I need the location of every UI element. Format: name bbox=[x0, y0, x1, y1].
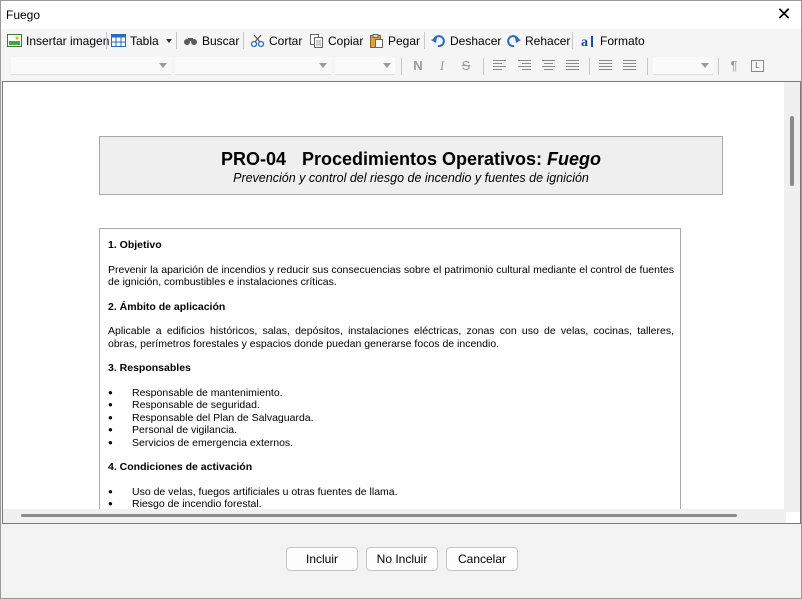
copy-button[interactable]: Copiar bbox=[309, 31, 363, 50]
document-header: PRO-04 Procedimientos Operativos: Fuego P… bbox=[99, 136, 723, 195]
copy-label: Copiar bbox=[328, 33, 364, 48]
toolbar-separator bbox=[718, 58, 719, 75]
scrollbar-thumb[interactable] bbox=[21, 514, 737, 517]
vertical-scrollbar[interactable] bbox=[784, 82, 800, 512]
chevron-down-icon[interactable] bbox=[159, 63, 167, 68]
dialog-window: Fuego ✕ Insertar imagen Tabla Buscar Cor… bbox=[0, 0, 802, 599]
bold-button[interactable]: N bbox=[408, 57, 428, 75]
toolbar-separator bbox=[401, 58, 402, 75]
toolbar-separator bbox=[243, 32, 244, 49]
toolbar-separator bbox=[106, 32, 107, 49]
undo-icon bbox=[431, 34, 447, 48]
document-body: 1. Objetivo Prevenir la aparición de inc… bbox=[99, 228, 681, 523]
toolbar-separator bbox=[647, 58, 648, 75]
list-item: Responsable de seguridad. bbox=[108, 399, 674, 412]
table-icon bbox=[111, 33, 127, 48]
find-button[interactable]: Buscar bbox=[183, 31, 239, 50]
table-label: Tabla bbox=[130, 33, 159, 48]
section-text: Aplicable a edificios históricos, salas,… bbox=[108, 325, 674, 350]
align-left-icon[interactable] bbox=[493, 60, 506, 72]
document-code: PRO-04 bbox=[220, 149, 286, 169]
copy-icon bbox=[309, 33, 325, 48]
toolbar-separator bbox=[483, 58, 484, 75]
chevron-down-icon[interactable] bbox=[383, 63, 391, 68]
activation-list: Uso de velas, fuegos artificiales u otra… bbox=[108, 486, 674, 511]
list-item: Responsable del Plan de Salvaguarda. bbox=[108, 412, 674, 425]
redo-button[interactable]: Rehacer bbox=[506, 31, 570, 50]
font-format-icon: a bbox=[581, 34, 597, 50]
cancel-button[interactable]: Cancelar bbox=[446, 547, 518, 571]
section-heading: 1. Objetivo bbox=[108, 239, 162, 251]
list-item: Personal de vigilancia. bbox=[108, 424, 674, 437]
undo-label: Deshacer bbox=[450, 33, 502, 48]
chevron-down-icon[interactable] bbox=[701, 63, 709, 68]
title-bar: Fuego ✕ bbox=[1, 1, 801, 29]
pilcrow-button[interactable]: ¶ bbox=[724, 57, 744, 75]
binoculars-icon bbox=[183, 34, 199, 48]
responsables-list: Responsable de mantenimiento. Responsabl… bbox=[108, 387, 674, 450]
scissors-icon bbox=[250, 34, 266, 48]
align-center-icon[interactable] bbox=[542, 60, 555, 72]
align-right-icon[interactable] bbox=[518, 60, 531, 72]
not-include-button[interactable]: No Incluir bbox=[366, 547, 438, 571]
editor-area[interactable]: PRO-04 Procedimientos Operativos: Fuego P… bbox=[2, 81, 801, 524]
italic-button[interactable]: I bbox=[432, 57, 452, 75]
toolbar-separator bbox=[176, 32, 177, 49]
cut-label: Cortar bbox=[269, 33, 303, 48]
main-toolbar: Insertar imagen Tabla Buscar Cortar Copi… bbox=[1, 29, 801, 52]
format-toolbar: N I S ¶ L bbox=[1, 52, 801, 80]
include-button[interactable]: Incluir bbox=[286, 547, 358, 571]
font-select[interactable] bbox=[175, 57, 331, 75]
font-size-select[interactable] bbox=[335, 57, 395, 75]
section-heading: 4. Condiciones de activación bbox=[108, 461, 253, 473]
window-title: Fuego bbox=[6, 8, 41, 22]
redo-label: Rehacer bbox=[525, 33, 571, 48]
layout-icon[interactable]: L bbox=[751, 60, 764, 72]
section-heading: 2. Ámbito de aplicación bbox=[108, 300, 226, 313]
numbered-list-icon[interactable] bbox=[623, 60, 636, 72]
chevron-down-icon[interactable] bbox=[165, 38, 172, 43]
chevron-down-icon[interactable] bbox=[319, 63, 327, 68]
scrollbar-thumb[interactable] bbox=[790, 116, 794, 186]
strikethrough-button[interactable]: S bbox=[456, 57, 476, 75]
document-subtitle: Prevención y control del riesgo de incen… bbox=[233, 171, 589, 185]
insert-image-label: Insertar imagen bbox=[26, 33, 110, 48]
paste-button[interactable]: Pegar bbox=[369, 31, 420, 50]
list-item: Servicios de emergencia externos. bbox=[108, 437, 674, 450]
insert-image-button[interactable]: Insertar imagen bbox=[7, 31, 109, 50]
list-item: Uso de velas, fuegos artificiales u otra… bbox=[108, 486, 674, 499]
table-button[interactable]: Tabla bbox=[111, 31, 172, 50]
image-icon bbox=[7, 33, 23, 48]
undo-button[interactable]: Deshacer bbox=[431, 31, 501, 50]
paste-label: Pegar bbox=[388, 33, 421, 48]
list-item: Responsable de mantenimiento. bbox=[108, 387, 674, 400]
align-justify-icon[interactable] bbox=[566, 60, 579, 72]
bullet-list-icon[interactable] bbox=[599, 60, 612, 72]
format-label: Formato bbox=[600, 33, 645, 48]
style-select[interactable] bbox=[11, 57, 171, 75]
cut-button[interactable]: Cortar bbox=[250, 31, 302, 50]
toolbar-separator bbox=[424, 32, 425, 49]
toolbar-separator bbox=[589, 58, 590, 75]
document-title-main: Procedimientos Operativos: bbox=[301, 149, 548, 169]
section-heading: 3. Responsables bbox=[108, 362, 191, 374]
color-select[interactable] bbox=[653, 57, 713, 75]
format-button[interactable]: a Formato bbox=[581, 31, 645, 50]
document-title: PRO-04 Procedimientos Operativos: Fuego bbox=[100, 149, 722, 170]
redo-icon bbox=[506, 34, 522, 48]
horizontal-scrollbar[interactable] bbox=[3, 509, 786, 523]
toolbar-separator bbox=[572, 32, 573, 49]
clipboard-icon bbox=[369, 33, 385, 48]
section-text: Prevenir la aparición de incendios y red… bbox=[108, 263, 674, 289]
find-label: Buscar bbox=[202, 33, 240, 48]
document-title-topic: Fuego bbox=[547, 149, 602, 169]
close-icon[interactable]: ✕ bbox=[773, 3, 795, 25]
svg-text:a: a bbox=[581, 35, 588, 48]
